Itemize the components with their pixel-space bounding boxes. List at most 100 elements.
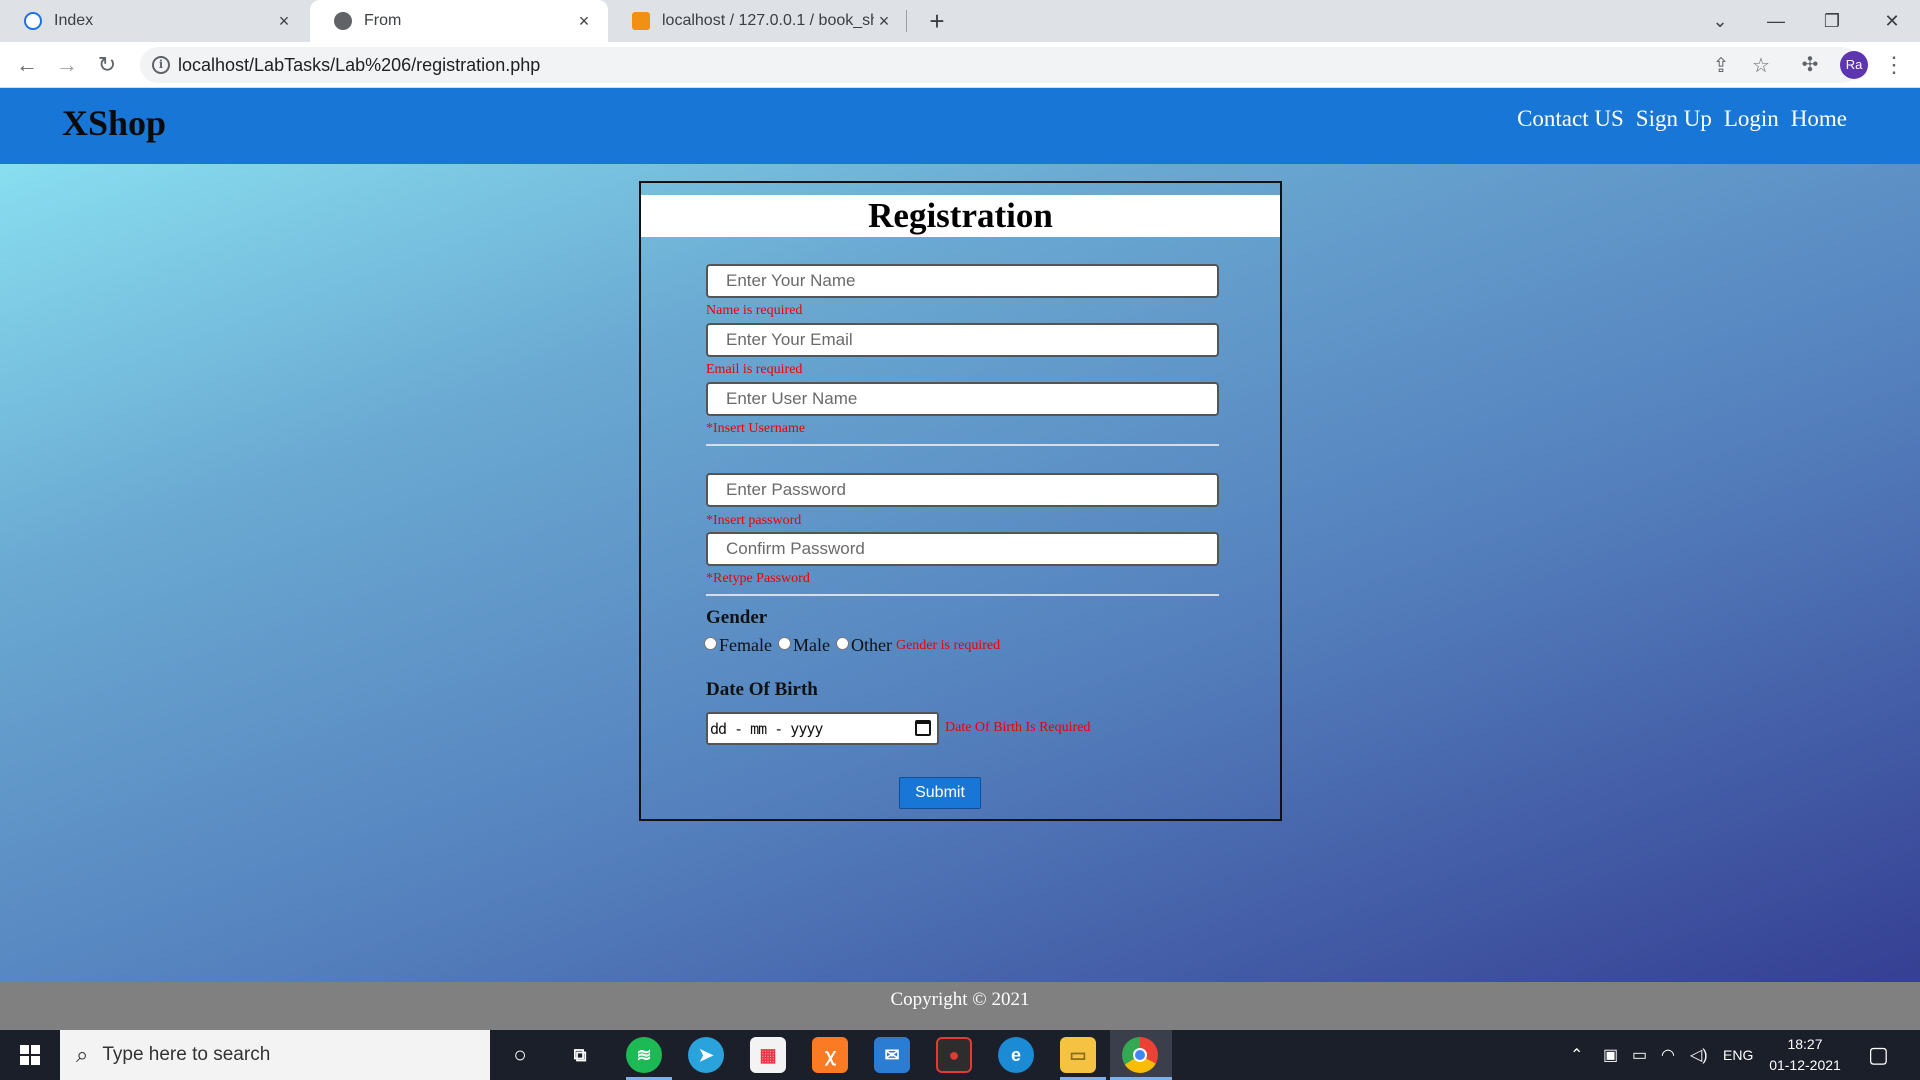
tab-separator [906,10,907,32]
tab-from[interactable]: From × [310,0,608,42]
tab-title: Index [54,12,94,29]
cortana-icon[interactable]: ○ [502,1037,538,1073]
edge-icon[interactable]: e [998,1037,1034,1073]
input-language[interactable]: ENG [1723,1030,1753,1080]
username-input[interactable] [708,384,1217,414]
address-bar[interactable]: i localhost/LabTasks/Lab%206/registratio… [140,47,1860,83]
password-error: *Insert password [706,513,802,528]
page-viewport: XShop Contact US Sign Up Login Home Regi… [0,88,1920,1030]
clock-time: 18:27 [1787,1036,1823,1052]
phpmyadmin-icon [632,12,650,30]
gender-male-radio[interactable] [777,637,791,650]
browser-tab-strip: Index × From × localhost / 127.0.0.1 / b… [0,0,1920,42]
windows-taskbar: ⌕ Type here to search ○ ⧉ ≋ ➤ ▦ ꭓ ✉ ● e … [0,1030,1920,1080]
tab-title: From [364,12,402,29]
system-clock[interactable]: 18:27 01-12-2021 [1750,1034,1860,1076]
registration-form: Registration Name is required Email is r… [639,181,1282,821]
gender-female-label: Female [719,635,772,655]
form-title: Registration [641,195,1280,237]
nav-link-contact-us[interactable]: Contact US [1517,106,1624,132]
site-header: XShop Contact US Sign Up Login Home [0,88,1920,164]
file-explorer-icon[interactable]: ▭ [1060,1037,1096,1073]
reload-icon[interactable]: ↻ [92,50,122,80]
wifi-icon[interactable]: ◠ [1661,1030,1675,1080]
back-arrow-icon[interactable]: ← [12,50,42,80]
site-footer: Copyright © 2021 [0,982,1920,1030]
tab-title: localhost / 127.0.0.1 / book_shop [662,12,874,29]
start-button[interactable] [0,1030,60,1080]
close-tab-icon[interactable]: × [874,11,894,32]
share-icon[interactable]: ⇪ [1708,52,1734,78]
gender-label: Gender [706,607,768,628]
confirm-password-input[interactable] [708,534,1217,564]
username-error: *Insert Username [706,421,806,436]
globe-icon [334,12,352,30]
windows-logo-icon [20,1045,40,1065]
dob-error: Date Of Birth Is Required [945,720,1091,735]
name-field[interactable] [706,264,1219,298]
restore-button[interactable]: ❐ [1804,0,1860,42]
meet-now-icon[interactable]: ▣ [1603,1030,1618,1080]
screen-recorder-icon[interactable]: ● [936,1037,972,1073]
divider [706,444,1219,446]
name-error: Name is required [706,303,803,318]
taskbar-search-placeholder: Type here to search [102,1044,271,1065]
site-logo[interactable]: XShop [62,102,166,144]
minimize-button[interactable]: — [1748,0,1804,42]
show-hidden-icons-chevron-icon[interactable]: ⌃ [1570,1030,1583,1080]
browser-toolbar: ← → ↻ i localhost/LabTasks/Lab%206/regis… [0,42,1920,88]
name-input[interactable] [708,266,1217,296]
nav-link-home[interactable]: Home [1791,106,1847,132]
xampp-icon[interactable]: ꭓ [812,1037,848,1073]
calendar-icon[interactable] [915,720,931,736]
close-tab-icon[interactable]: × [274,11,294,32]
divider [706,594,1219,596]
nav-link-sign-up[interactable]: Sign Up [1636,106,1712,132]
spotify-icon[interactable]: ≋ [626,1037,662,1073]
globe-clock-icon [24,12,42,30]
confirm-password-error: *Retype Password [706,571,810,586]
dob-input[interactable]: dd - mm - yyyy [706,712,939,745]
dob-value: dd - mm - yyyy [710,720,823,738]
tab-search-chevron-icon[interactable]: ⌄ [1692,0,1748,42]
username-field[interactable] [706,382,1219,416]
browser-menu-icon[interactable]: ⋮ [1880,50,1908,80]
tab-phpmyadmin[interactable]: localhost / 127.0.0.1 / book_shop × [608,0,908,42]
url-text[interactable]: localhost/LabTasks/Lab%206/registration.… [178,55,540,76]
email-error: Email is required [706,362,803,377]
bookmark-star-icon[interactable]: ☆ [1748,52,1774,78]
close-window-button[interactable]: ✕ [1864,0,1920,42]
email-field[interactable] [706,323,1219,357]
profile-avatar[interactable]: Ra [1840,51,1868,79]
password-field[interactable] [706,473,1219,507]
mail-icon[interactable]: ✉ [874,1037,910,1073]
chrome-icon[interactable] [1122,1037,1158,1073]
microsoft-store-icon[interactable]: ▦ [750,1037,786,1073]
close-tab-icon[interactable]: × [574,11,594,32]
search-icon: ⌕ [76,1042,89,1067]
forward-arrow-icon[interactable]: → [52,50,82,80]
gender-options: Female Male Other Gender is required [704,635,1000,656]
extensions-puzzle-icon[interactable]: ✣ [1796,50,1824,80]
notification-center-icon[interactable]: ▢ [1868,1030,1889,1080]
dob-label: Date Of Birth [706,679,818,700]
gender-other-radio[interactable] [835,637,849,650]
confirm-password-field[interactable] [706,532,1219,566]
email-input[interactable] [708,325,1217,355]
submit-button[interactable]: Submit [899,777,981,809]
tab-index[interactable]: Index × [0,0,308,42]
battery-icon[interactable]: ▭ [1632,1030,1647,1080]
volume-icon[interactable]: ◁) [1690,1030,1708,1080]
telegram-icon[interactable]: ➤ [688,1037,724,1073]
gender-female-radio[interactable] [704,637,717,650]
nav-link-login[interactable]: Login [1724,106,1779,132]
site-info-icon[interactable]: i [152,56,170,74]
taskbar-search-box[interactable]: ⌕ Type here to search [60,1030,490,1080]
gender-error: Gender is required [895,637,1001,653]
gender-other-label: Other [850,635,892,655]
new-tab-button[interactable]: + [922,6,952,36]
task-view-icon[interactable]: ⧉ [562,1037,598,1073]
gender-male-label: Male [792,635,830,655]
site-nav: Contact US Sign Up Login Home [1517,106,1847,132]
password-input[interactable] [708,475,1217,505]
